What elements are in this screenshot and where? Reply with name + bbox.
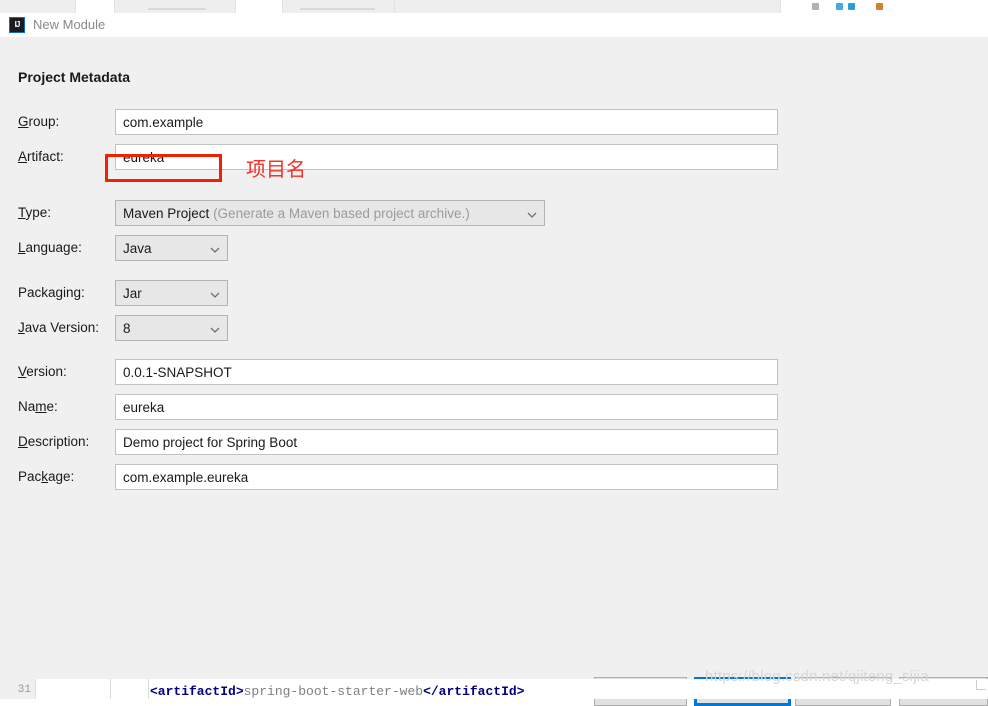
package-input[interactable] bbox=[115, 464, 778, 490]
editor-divider bbox=[110, 679, 111, 699]
intellij-idea-icon: IJ bbox=[9, 17, 25, 33]
artifact-annotation-label: 项目名 bbox=[246, 157, 306, 181]
java-version-select-value: 8 bbox=[123, 321, 131, 336]
ide-toolbar-icon[interactable] bbox=[876, 3, 883, 10]
language-select-value: Java bbox=[123, 241, 152, 256]
editor-line-number: 31 bbox=[0, 679, 36, 699]
group-input[interactable] bbox=[115, 109, 778, 135]
group-label: Group: bbox=[18, 114, 60, 129]
type-select-value: Maven Project (Generate a Maven based pr… bbox=[123, 206, 470, 221]
packaging-select-value: Jar bbox=[123, 286, 142, 301]
ide-tab-underline bbox=[148, 8, 206, 10]
ide-toolbar-icon[interactable] bbox=[836, 3, 843, 10]
language-label: Language: bbox=[18, 240, 82, 255]
ide-strip-segment bbox=[76, 0, 115, 13]
artifact-input[interactable] bbox=[115, 144, 778, 170]
new-module-dialog: IJ New Module Project Metadata Group: Ar… bbox=[0, 13, 988, 706]
ide-strip-segment bbox=[236, 0, 283, 13]
background-ide-toolbar bbox=[0, 0, 988, 13]
ide-strip-segment bbox=[115, 0, 236, 13]
type-label: Type: bbox=[18, 205, 52, 220]
editor-divider bbox=[148, 679, 149, 699]
type-select[interactable]: Maven Project (Generate a Maven based pr… bbox=[115, 200, 545, 226]
name-label: Name: bbox=[18, 399, 58, 414]
artifact-label: Artifact: bbox=[18, 149, 64, 164]
version-input[interactable] bbox=[115, 359, 778, 385]
package-label: Package: bbox=[18, 469, 75, 484]
ide-tab-underline bbox=[300, 8, 375, 10]
language-select[interactable]: Java bbox=[115, 235, 228, 261]
ide-toolbar-icon[interactable] bbox=[848, 3, 855, 10]
java-version-select[interactable]: 8 bbox=[115, 315, 228, 341]
description-input[interactable] bbox=[115, 429, 778, 455]
chevron-down-icon bbox=[210, 245, 220, 254]
watermark: https://blog.csdn.net/qjiteng_sijia bbox=[705, 668, 929, 685]
packaging-label: Packaging: bbox=[18, 285, 85, 300]
name-input[interactable] bbox=[115, 394, 778, 420]
scrollbar-corner bbox=[976, 680, 986, 690]
packaging-select[interactable]: Jar bbox=[115, 280, 228, 306]
ide-strip-segment bbox=[395, 0, 781, 13]
dialog-body: Project Metadata Group: Artifact: 项目名 Ty… bbox=[0, 37, 988, 706]
chevron-down-icon bbox=[210, 325, 220, 334]
editor-code-line: <artifactId>spring-boot-starter-web</art… bbox=[150, 684, 525, 699]
ide-toolbar-icon[interactable] bbox=[812, 3, 819, 10]
chevron-down-icon bbox=[527, 210, 537, 219]
dialog-titlebar: IJ New Module bbox=[0, 13, 988, 37]
dialog-title: New Module bbox=[33, 17, 106, 32]
chevron-down-icon bbox=[210, 290, 220, 299]
description-label: Description: bbox=[18, 434, 90, 449]
ide-strip-segment bbox=[0, 0, 76, 13]
version-label: Version: bbox=[18, 364, 67, 379]
page-title: Project Metadata bbox=[18, 69, 131, 85]
ide-strip-segment bbox=[283, 0, 395, 13]
java-version-label: Java Version: bbox=[18, 320, 100, 335]
